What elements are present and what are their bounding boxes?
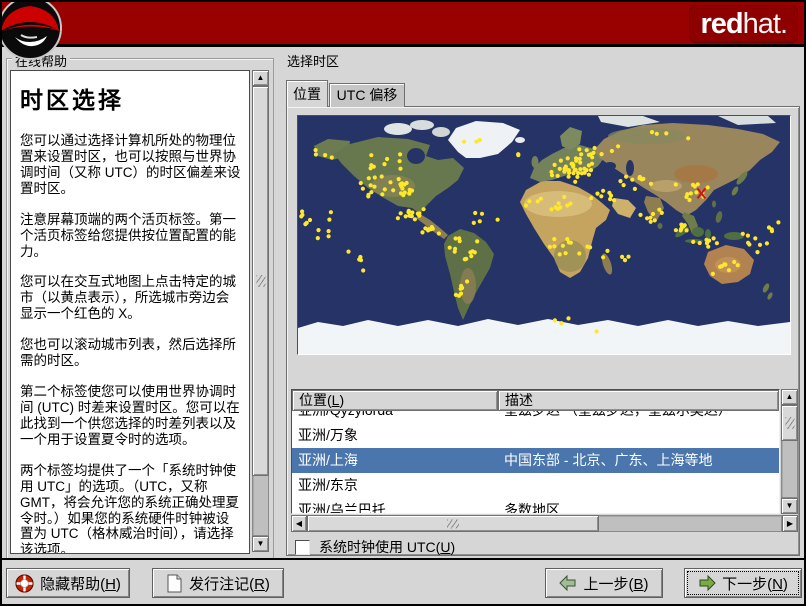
back-button[interactable]: 上一步(B) <box>545 568 663 598</box>
scroll-thumb[interactable] <box>252 86 269 476</box>
thumb-grip-icon <box>256 275 265 287</box>
next-arrow-icon <box>699 575 716 591</box>
help-paragraph: 两个标签均提供了一个「系统时钟使用 UTC」的选项。（UTC，又称 GMT，将会… <box>20 462 239 554</box>
redhat-wordmark-red: red <box>700 7 743 40</box>
back-arrow-icon <box>559 575 576 591</box>
utc-checkbox-row: 系统时钟使用 UTC(U) <box>295 537 455 557</box>
timezone-table: 位置(L) 描述 亚洲/Qyzylorda 奎兹罗达 （奎兹罗达，奎兹尔奥达） … <box>291 389 780 514</box>
thumb-grip-icon <box>785 417 794 429</box>
timezone-group-label: 选择时区 <box>284 51 343 70</box>
hide-help-button[interactable]: 隐藏帮助(H) <box>6 568 130 598</box>
next-button[interactable]: 下一步(N) <box>684 568 802 598</box>
document-icon <box>167 574 182 592</box>
tab-utc-offset[interactable]: UTC 偏移 <box>329 83 405 107</box>
table-horizontal-scrollbar[interactable]: ◀ ▶ <box>291 515 798 532</box>
thumb-grip-icon <box>447 519 459 528</box>
table-row[interactable]: 亚洲/Qyzylorda 奎兹罗达 （奎兹罗达，奎兹尔奥达） <box>292 411 779 423</box>
life-preserver-icon <box>15 574 34 592</box>
utc-checkbox-label[interactable]: 系统时钟使用 UTC(U) <box>319 537 455 557</box>
utc-checkbox[interactable] <box>295 539 310 555</box>
installer-window: red hat. 在线帮助 时区选择 您可以通过选择计算机所处的物理位置来设置时区… <box>0 0 806 606</box>
release-notes-button[interactable]: 发行注记(R) <box>152 568 284 598</box>
column-header-description[interactable]: 描述 <box>498 390 779 411</box>
scroll-thumb[interactable] <box>781 405 798 441</box>
table-row[interactable]: 亚洲/乌兰巴托 多数地区 <box>292 498 779 513</box>
header-bar: red hat. <box>2 2 804 47</box>
table-vertical-scrollbar[interactable]: ▲ ▼ <box>781 389 798 514</box>
scroll-down-button[interactable]: ▼ <box>252 536 269 552</box>
redhat-shadowman-icon <box>2 2 63 60</box>
help-text-panel: 时区选择 您可以通过选择计算机所处的物理位置来设置时区，也可以按照与世界协调时间… <box>10 70 250 554</box>
redhat-wordmark: red hat. <box>689 5 798 43</box>
help-paragraph: 注意屏幕顶端的两个活页标签。第一个活页标签给您提供按位置配置的能力。 <box>20 211 236 259</box>
world-map[interactable] <box>298 116 790 354</box>
table-row[interactable]: 亚洲/东京 <box>292 473 779 498</box>
table-row-selected[interactable]: 亚洲/上海 中国东部 - 北京、广东、上海等地 <box>292 448 779 473</box>
timezone-table-body: 亚洲/Qyzylorda 奎兹罗达 （奎兹罗达，奎兹尔奥达） 亚洲/万象 亚洲/… <box>292 411 779 513</box>
help-paragraph: 第二个标签使您可以使用世界协调时间 (UTC) 时差来设置时区。您可以在此找到一… <box>20 384 240 447</box>
scroll-right-button[interactable]: ▶ <box>782 515 798 532</box>
redhat-wordmark-hat: hat. <box>742 7 788 40</box>
help-scrollbar[interactable]: ▲ ▼ <box>252 70 269 552</box>
help-paragraph: 您可以在交互式地图上点击特定的城市（以黄点表示），所选城市旁边会显示一个红色的 … <box>20 274 236 322</box>
timezone-table-header: 位置(L) 描述 <box>292 390 779 411</box>
tab-location[interactable]: 位置 <box>286 80 328 107</box>
scroll-down-button[interactable]: ▼ <box>781 498 798 514</box>
location-tab-page: 位置(L) 描述 亚洲/Qyzylorda 奎兹罗达 （奎兹罗达，奎兹尔奥达） … <box>286 106 800 556</box>
scroll-left-button[interactable]: ◀ <box>291 515 307 532</box>
table-row[interactable]: 亚洲/万象 <box>292 423 779 448</box>
scroll-up-button[interactable]: ▲ <box>252 70 269 86</box>
column-header-location[interactable]: 位置(L) <box>292 390 498 411</box>
help-paragraph: 您可以通过选择计算机所处的物理位置来设置时区，也可以按照与世界协调时间（又称 U… <box>20 133 241 196</box>
scroll-up-button[interactable]: ▲ <box>781 389 798 405</box>
scroll-thumb[interactable] <box>307 515 599 532</box>
help-title: 时区选择 <box>20 87 124 113</box>
button-bar: 隐藏帮助(H) 发行注记(R) 上一步(B) 下一步(N) <box>2 558 804 604</box>
help-paragraph: 您也可以滚动城市列表，然后选择所需的时区。 <box>20 337 236 369</box>
world-map-frame <box>297 115 791 355</box>
